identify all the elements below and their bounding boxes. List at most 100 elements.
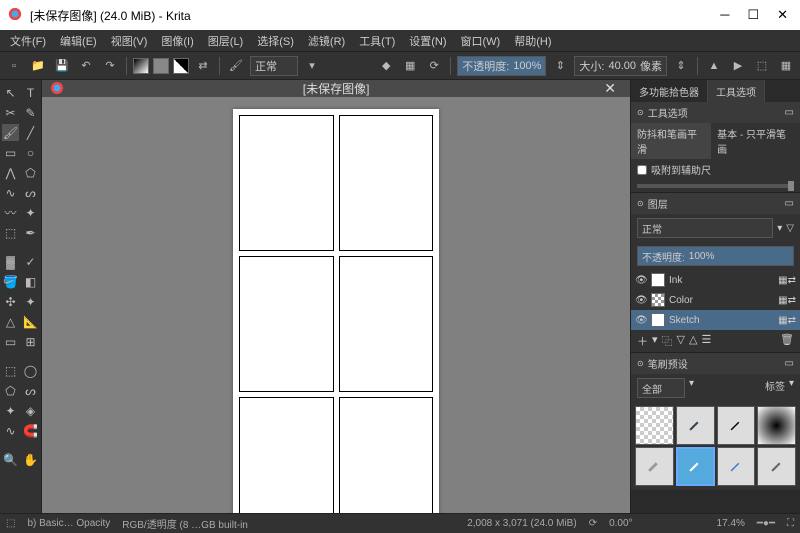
menu-view[interactable]: 视图(V) <box>105 31 154 51</box>
fullscreen-icon[interactable]: ⛶ <box>787 518 794 529</box>
minimize-button[interactable]: ─ <box>720 7 729 23</box>
layer-props-icon[interactable]: ▦⇄ <box>778 315 796 326</box>
select-similar-icon[interactable]: ◈ <box>22 402 39 419</box>
select-rect-icon[interactable]: ⬚ <box>2 362 19 379</box>
subtab-stabilizer[interactable]: 防抖和笔画平滑 <box>631 123 711 159</box>
tool-slider[interactable] <box>637 184 794 188</box>
stepper-icon[interactable]: ⇕ <box>671 56 691 76</box>
visibility-icon[interactable]: 👁 <box>635 275 647 286</box>
menu-help[interactable]: 帮助(H) <box>508 31 557 51</box>
add-layer-icon[interactable]: ＋ <box>637 333 648 349</box>
fill-tool-icon[interactable]: 🪣 <box>2 273 19 290</box>
brush-preset[interactable] <box>676 406 715 445</box>
save-file-icon[interactable]: 💾 <box>52 56 72 76</box>
smart-patch-icon[interactable]: ✓ <box>22 253 39 270</box>
pattern-tool-icon[interactable]: ✦ <box>22 293 39 310</box>
menu-window[interactable]: 窗口(W) <box>455 31 507 51</box>
menu-settings[interactable]: 设置(N) <box>403 31 452 51</box>
select-contig-icon[interactable]: ✦ <box>2 402 19 419</box>
polyline-tool-icon[interactable]: ⋀ <box>2 164 19 181</box>
float-icon[interactable]: ▭ <box>785 107 794 118</box>
layer-props-icon[interactable]: ▦⇄ <box>778 275 796 286</box>
opacity-slider[interactable]: 不透明度:100% <box>457 56 546 76</box>
select-ellipse-icon[interactable]: ◯ <box>22 362 39 379</box>
select-bezier-icon[interactable]: ∿ <box>2 422 19 439</box>
duplicate-layer-icon[interactable]: ⿻ <box>662 333 673 349</box>
move-up-icon[interactable]: △ <box>689 333 697 349</box>
new-file-icon[interactable]: ▫ <box>4 56 24 76</box>
brush-preset[interactable] <box>676 447 715 486</box>
layer-row[interactable]: 👁 Sketch ▦⇄ <box>631 310 800 330</box>
maximize-button[interactable]: ☐ <box>747 7 759 23</box>
ellipse-tool-icon[interactable]: ○ <box>22 144 39 161</box>
tags-label[interactable]: 标签 <box>765 378 785 398</box>
multi-brush-icon[interactable]: ✦ <box>22 204 39 221</box>
layer-props-icon[interactable]: ▦⇄ <box>778 295 796 306</box>
properties-icon[interactable]: ☰ <box>701 333 711 349</box>
brush-preset[interactable] <box>635 447 674 486</box>
dropdown-icon[interactable]: ▾ <box>689 378 694 398</box>
brushes-header[interactable]: ⊙ 笔刷预设 ▭ <box>631 353 800 374</box>
color-swatch[interactable] <box>173 58 189 74</box>
transform-tool-icon[interactable]: T <box>22 84 39 101</box>
brush-preset[interactable] <box>757 447 796 486</box>
workspace-icon[interactable]: ▦ <box>776 56 796 76</box>
menu-select[interactable]: 选择(S) <box>251 31 300 51</box>
mirror-h-icon[interactable]: ▲ <box>704 56 724 76</box>
layer-opacity-slider[interactable]: 不透明度:100% <box>637 246 794 266</box>
menu-image[interactable]: 图像(I) <box>155 31 199 51</box>
tool-options-header[interactable]: ⊙ 工具选项 ▭ <box>631 102 800 123</box>
brush-preset[interactable] <box>717 447 756 486</box>
brush-preset[interactable] <box>757 406 796 445</box>
reference-tool-icon[interactable]: ▭ <box>2 333 19 350</box>
bezier-tool-icon[interactable]: ∿ <box>2 184 19 201</box>
brush-preset[interactable] <box>717 406 756 445</box>
zoom-tool-icon[interactable]: 🔍 <box>2 451 19 468</box>
stepper-icon[interactable]: ⇕ <box>550 56 570 76</box>
dropdown-icon[interactable]: ▾ <box>302 56 322 76</box>
alpha-lock-icon[interactable]: ▦ <box>400 56 420 76</box>
dropdown-icon[interactable]: ▾ <box>777 223 782 234</box>
measure-tool-icon[interactable]: 📐 <box>22 313 39 330</box>
canvas-area[interactable] <box>42 97 630 513</box>
dropdown-icon[interactable]: ▾ <box>789 378 794 398</box>
menu-file[interactable]: 文件(F) <box>4 31 52 51</box>
tab-color-picker[interactable]: 多功能拾色器 <box>631 80 708 102</box>
delete-layer-icon[interactable]: 🗑 <box>780 333 794 349</box>
move-down-icon[interactable]: ▽ <box>677 333 685 349</box>
zoom-slider[interactable]: ━●━ <box>757 518 775 529</box>
text-tool-icon[interactable]: ⊞ <box>22 333 39 350</box>
undo-icon[interactable]: ↶ <box>76 56 96 76</box>
open-file-icon[interactable]: 📁 <box>28 56 48 76</box>
gradient-tool-icon[interactable]: ◧ <box>22 273 39 290</box>
color-picker-icon[interactable]: ✣ <box>2 293 19 310</box>
float-icon[interactable]: ▭ <box>785 198 794 209</box>
menu-tools[interactable]: 工具(T) <box>353 31 401 51</box>
float-icon[interactable]: ▭ <box>785 358 794 369</box>
mirror-v-icon[interactable]: ▶ <box>728 56 748 76</box>
layer-mode-select[interactable]: 正常 <box>637 218 773 238</box>
select-free-icon[interactable]: ᔕ <box>22 382 39 399</box>
assistant-tool-icon[interactable]: △ <box>2 313 19 330</box>
polygon-tool-icon[interactable]: ⬠ <box>22 164 39 181</box>
brush-tool-icon[interactable]: 🖌 <box>2 124 19 141</box>
freehand-tool-icon[interactable]: ✎ <box>22 104 39 121</box>
visibility-icon[interactable]: 👁 <box>635 295 647 306</box>
menu-edit[interactable]: 编辑(E) <box>54 31 103 51</box>
swap-colors-icon[interactable]: ⇄ <box>193 56 213 76</box>
edit-shapes-icon[interactable]: ⬚ <box>2 224 19 241</box>
wrap-icon[interactable]: ⬚ <box>752 56 772 76</box>
rotation-icon[interactable]: ⟳ <box>589 518 597 529</box>
snap-checkbox[interactable] <box>637 165 647 175</box>
eraser-icon[interactable]: ◆ <box>376 56 396 76</box>
dyna-tool-icon[interactable]: 〰 <box>2 204 19 221</box>
move-tool-icon[interactable]: ↖ <box>2 84 19 101</box>
menu-layer[interactable]: 图层(L) <box>202 31 249 51</box>
brush-filter-select[interactable]: 全部 <box>637 378 685 398</box>
status-select-icon[interactable]: ⬚ <box>6 518 15 529</box>
calligraphy-icon[interactable]: ✒ <box>22 224 39 241</box>
pan-tool-icon[interactable]: ✋ <box>22 451 39 468</box>
gradient-swatch[interactable] <box>133 58 149 74</box>
layers-header[interactable]: ⊙ 图层 ▭ <box>631 193 800 214</box>
blend-mode-select[interactable]: 正常 <box>250 56 298 76</box>
